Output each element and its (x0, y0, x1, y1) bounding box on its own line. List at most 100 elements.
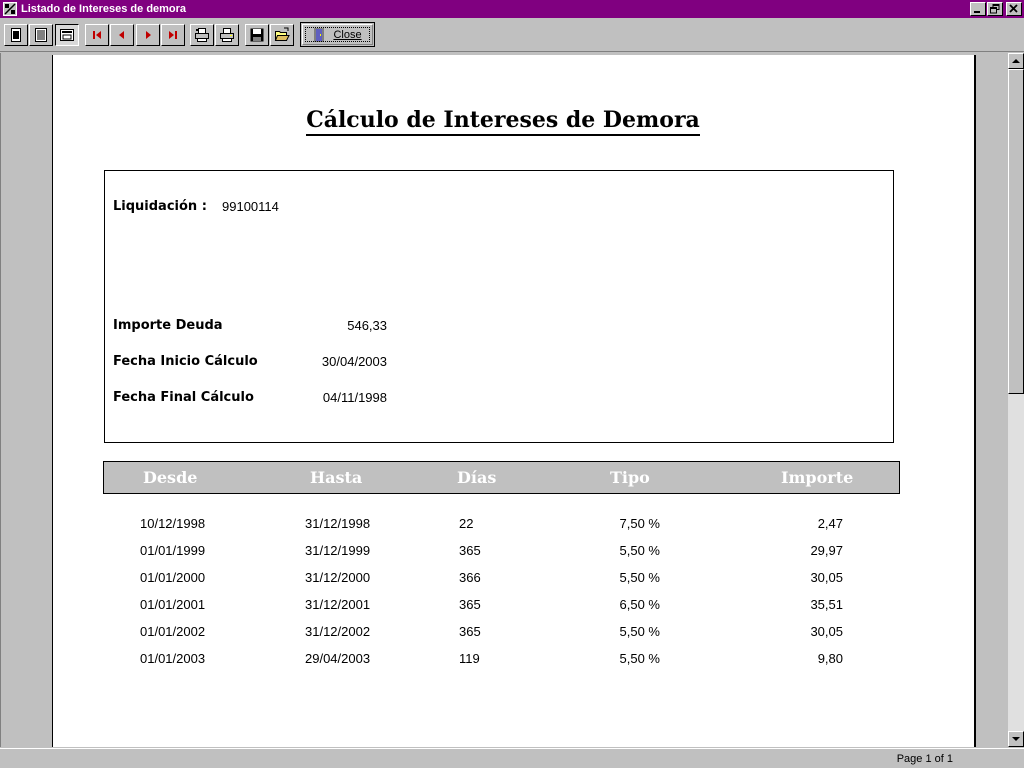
window-title: Listado de Intereses de demora (21, 3, 187, 15)
next-page-button[interactable] (136, 24, 160, 46)
cell-importe: 29,97 (810, 543, 843, 558)
cell-hasta: 31/12/2000 (305, 570, 371, 585)
two-page-icon (35, 28, 47, 42)
scroll-up-icon (1012, 59, 1020, 63)
app-icon (3, 2, 17, 16)
scroll-down-button[interactable] (1008, 731, 1024, 747)
page-indicator: Page 1 of 1 (896, 753, 953, 765)
importe-deuda-value: 546,33 (347, 318, 387, 333)
scroll-thumb[interactable] (1008, 69, 1024, 394)
report-title-text: Cálculo de Intereses de Demora (306, 107, 700, 136)
cell-tipo: 6,50 % (619, 597, 660, 612)
cell-desde: 01/01/2003 (140, 651, 206, 666)
cell-dias: 365 (459, 624, 481, 639)
next-page-icon (146, 31, 151, 39)
cell-hasta: 31/12/2001 (305, 597, 371, 612)
scroll-up-button[interactable] (1008, 53, 1024, 69)
table-header: Desde Hasta Días Tipo Importe (103, 461, 900, 494)
cell-desde: 01/01/2002 (140, 624, 206, 639)
cell-tipo: 7,50 % (619, 516, 660, 531)
table-row: 01/01/2001 31/12/2001 365 6,50 % 35,51 (53, 597, 953, 617)
print-icon (220, 28, 234, 42)
zoom-page-button[interactable] (55, 24, 79, 46)
fecha-final-label: Fecha Final Cálculo (113, 390, 254, 405)
zoom-page-icon (60, 29, 74, 41)
cell-tipo: 5,50 % (619, 651, 660, 666)
header-hasta: Hasta (310, 468, 363, 487)
save-icon (250, 28, 264, 42)
toolbar: Close (0, 18, 1024, 52)
liquidacion-info-box: Liquidación : 99100114 Importe Deuda 546… (104, 170, 894, 443)
cell-dias: 22 (459, 516, 474, 531)
header-desde: Desde (143, 468, 198, 487)
cell-importe: 35,51 (810, 597, 843, 612)
previous-page-button[interactable] (110, 24, 134, 46)
table-row: 01/01/2002 31/12/2002 365 5,50 % 30,05 (53, 624, 953, 644)
print-setup-icon (195, 28, 209, 42)
cell-tipo: 5,50 % (619, 543, 660, 558)
cell-desde: 01/01/2001 (140, 597, 206, 612)
report-title: Cálculo de Intereses de Demora (53, 107, 953, 136)
cell-desde: 01/01/1999 (140, 543, 206, 558)
cell-hasta: 31/12/1999 (305, 543, 371, 558)
first-page-button[interactable] (85, 24, 109, 46)
open-icon (274, 27, 290, 41)
two-page-button[interactable] (29, 24, 53, 46)
print-setup-button[interactable] (190, 24, 214, 46)
close-button-label: Close (333, 28, 362, 41)
open-button[interactable] (270, 24, 294, 46)
cell-desde: 10/12/1998 (140, 516, 206, 531)
header-dias: Días (457, 468, 497, 487)
table-row: 01/01/2000 31/12/2000 366 5,50 % 30,05 (53, 570, 953, 590)
cell-dias: 366 (459, 570, 481, 585)
cell-hasta: 29/04/2003 (305, 651, 371, 666)
importe-deuda-label: Importe Deuda (113, 318, 223, 333)
cell-desde: 01/01/2000 (140, 570, 206, 585)
first-page-icon (93, 31, 101, 39)
print-button[interactable] (215, 24, 239, 46)
window-controls (969, 2, 1022, 16)
liquidacion-value: 99100114 (222, 199, 279, 214)
header-tipo: Tipo (610, 468, 650, 487)
table-row: 01/01/2003 29/04/2003 119 5,50 % 9,80 (53, 651, 953, 671)
header-importe: Importe (781, 468, 854, 487)
fecha-final-value: 04/11/1998 (322, 390, 387, 405)
status-bar: Page 1 of 1 (0, 748, 1024, 768)
close-window-icon (1009, 4, 1018, 13)
report-page: Cálculo de Intereses de Demora Liquidaci… (52, 55, 976, 747)
cell-importe: 30,05 (810, 624, 843, 639)
cell-tipo: 5,50 % (619, 570, 660, 585)
one-page-button[interactable] (4, 24, 28, 46)
cell-dias: 119 (459, 651, 480, 666)
report-viewer-window: Listado de Intereses de demora Close Cál… (0, 0, 1024, 768)
save-button[interactable] (245, 24, 269, 46)
previous-page-icon (119, 31, 124, 39)
cell-importe: 2,47 (817, 516, 843, 531)
cell-dias: 365 (459, 543, 481, 558)
liquidacion-label: Liquidación : (113, 199, 207, 214)
last-page-button[interactable] (161, 24, 185, 46)
report-viewport: Cálculo de Intereses de Demora Liquidaci… (0, 53, 1008, 747)
close-window-button[interactable] (1006, 2, 1022, 16)
scroll-down-icon (1012, 737, 1020, 741)
fecha-inicio-label: Fecha Inicio Cálculo (113, 354, 258, 369)
cell-hasta: 31/12/2002 (305, 624, 371, 639)
cell-dias: 365 (459, 597, 481, 612)
restore-icon (990, 4, 1000, 14)
table-row: 01/01/1999 31/12/1999 365 5,50 % 29,97 (53, 543, 953, 563)
cell-tipo: 5,50 % (619, 624, 660, 639)
last-page-icon (169, 31, 177, 39)
title-bar: Listado de Intereses de demora (0, 0, 1024, 18)
table-row: 10/12/1998 31/12/1998 22 7,50 % 2,47 (53, 516, 953, 536)
vertical-scrollbar[interactable] (1008, 53, 1024, 747)
cell-importe: 30,05 (810, 570, 843, 585)
one-page-icon (11, 28, 21, 42)
door-icon (314, 27, 325, 42)
close-button[interactable]: Close (300, 22, 375, 47)
minimize-button[interactable] (970, 2, 986, 16)
minimize-icon (974, 11, 980, 13)
cell-hasta: 31/12/1998 (305, 516, 371, 531)
restore-button[interactable] (987, 2, 1003, 16)
cell-importe: 9,80 (817, 651, 843, 666)
fecha-inicio-value: 30/04/2003 (321, 354, 387, 369)
